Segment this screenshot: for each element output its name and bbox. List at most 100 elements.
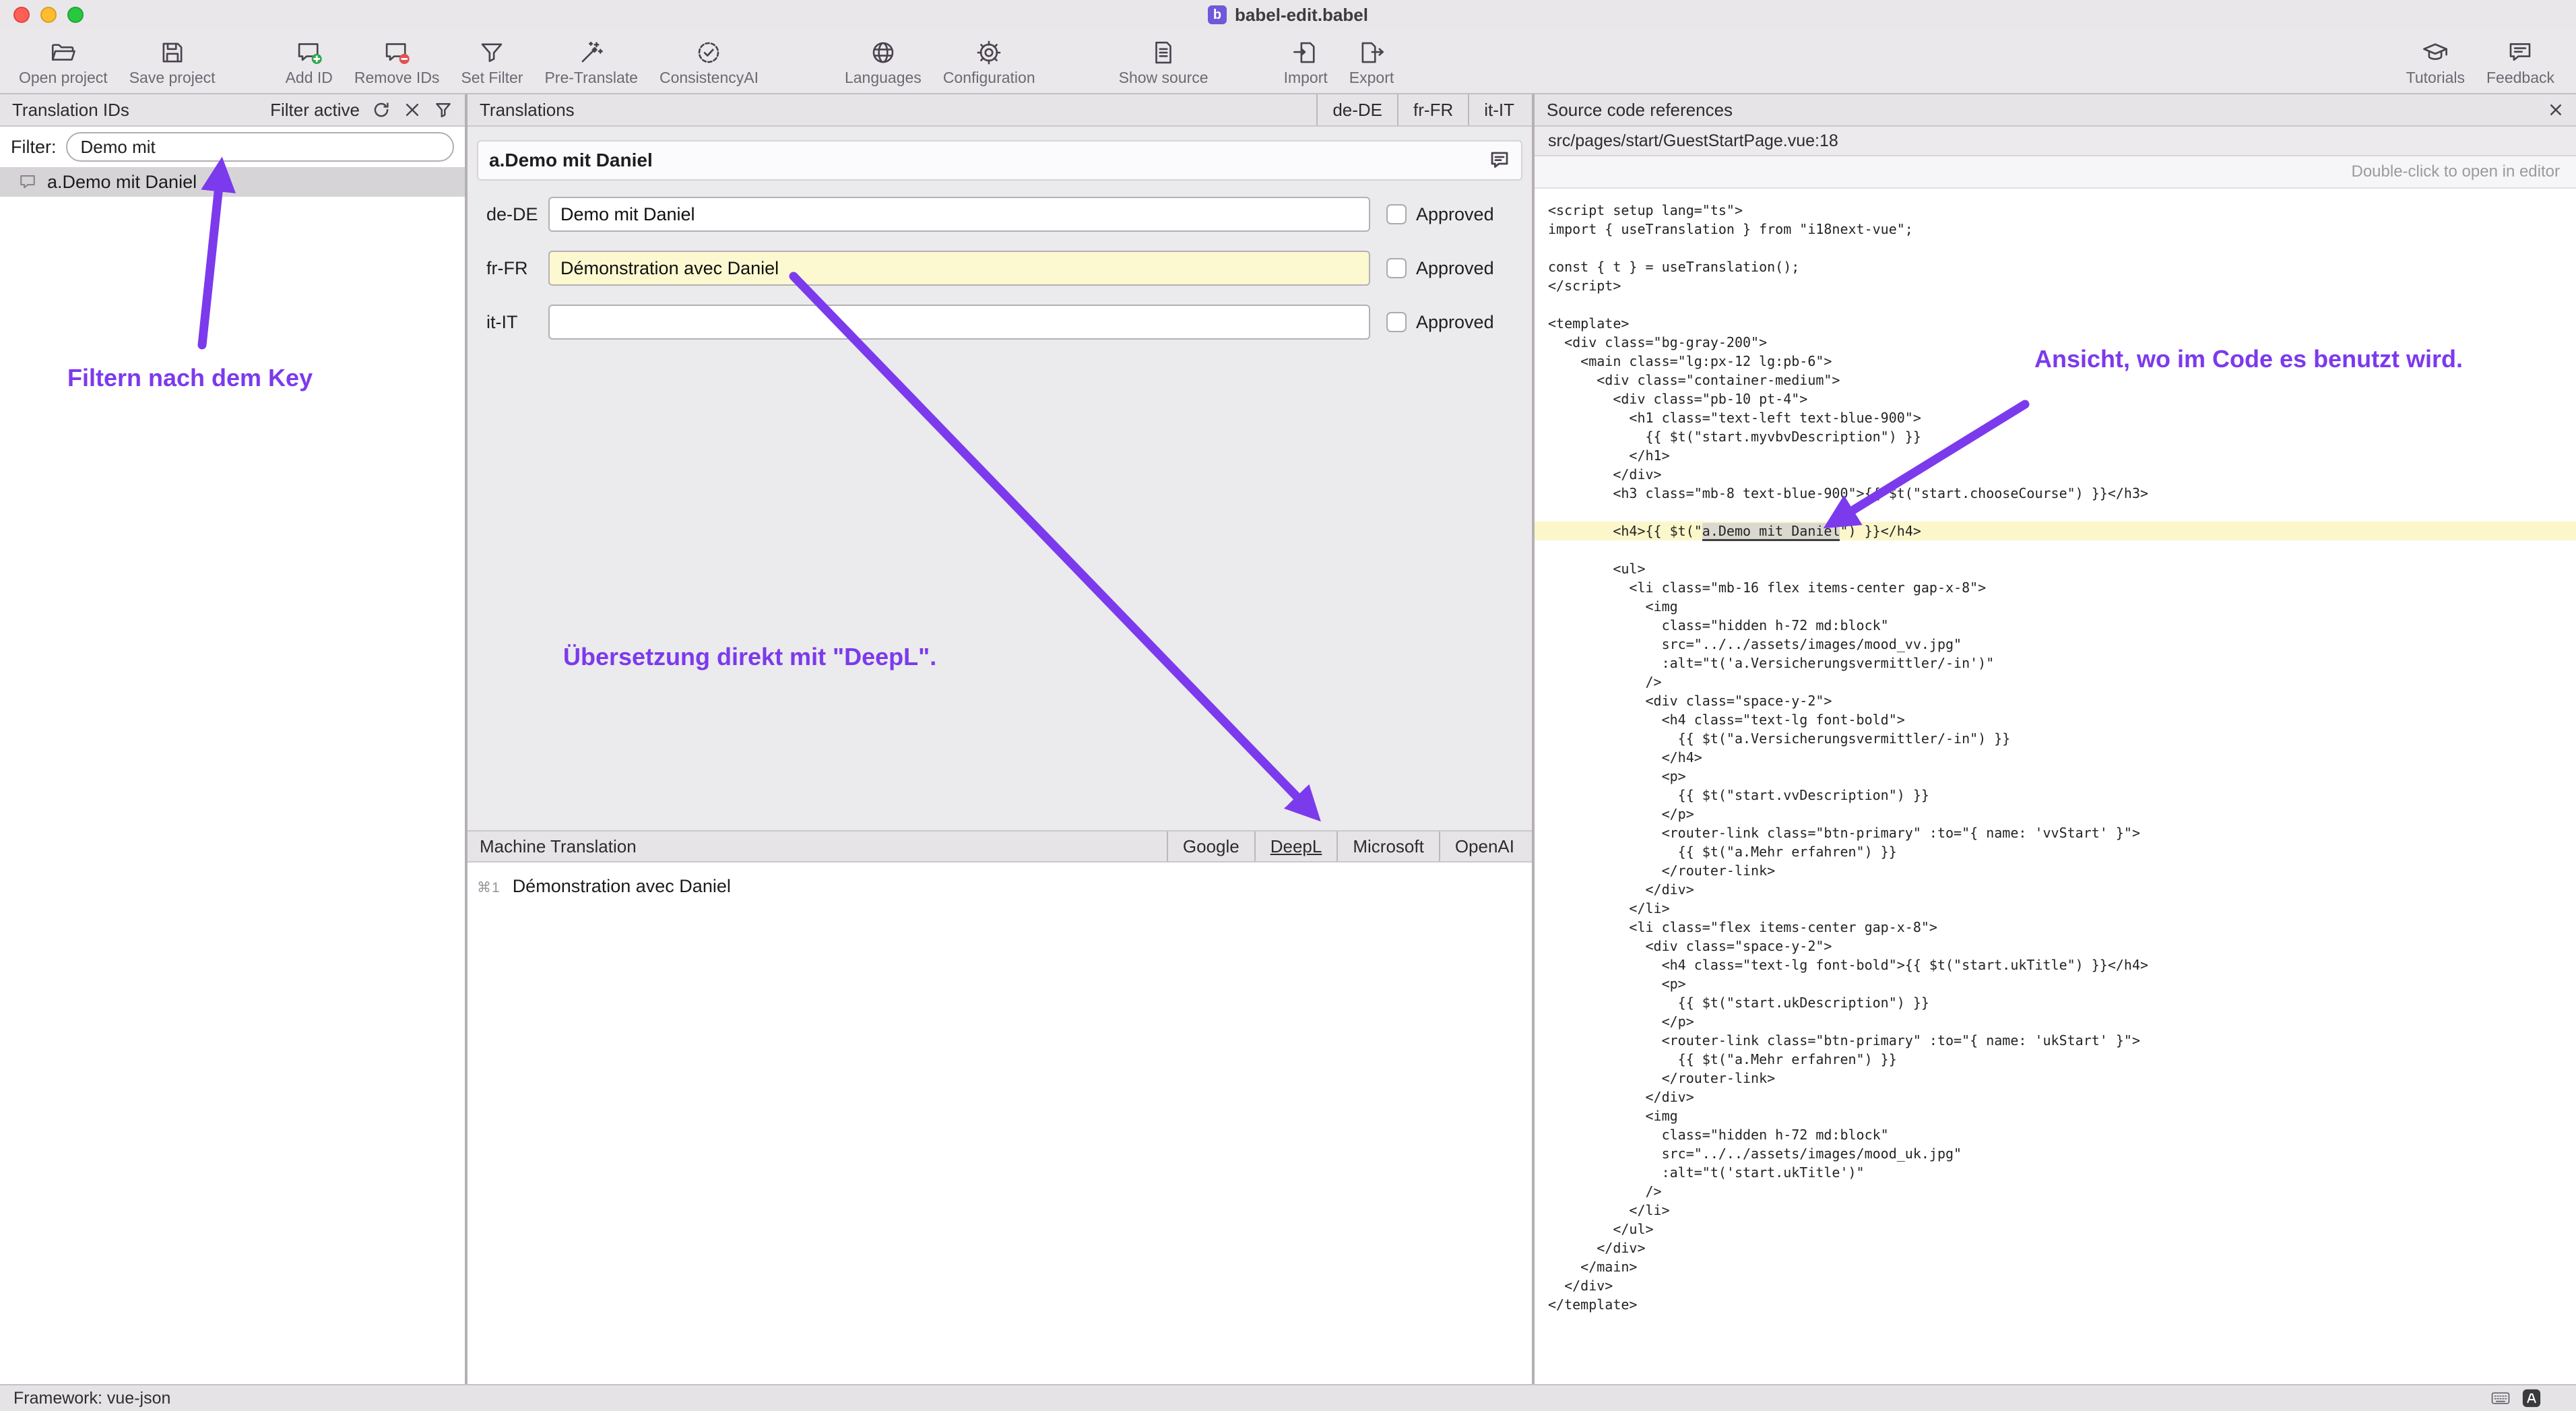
toolbar-tutorials-button[interactable]: Tutorials — [2395, 35, 2476, 88]
machine-translation-body: ⌘1 Démonstration avec Daniel — [468, 863, 1532, 1384]
keyboard-icon[interactable] — [2491, 1389, 2510, 1408]
tab-fr-fr[interactable]: fr-FR — [1397, 94, 1468, 125]
toolbar-open-project-button[interactable]: Open project — [8, 35, 119, 88]
toolbar-remove-ids-button[interactable]: Remove IDs — [344, 35, 451, 88]
code-line: </template> — [1548, 1295, 2576, 1314]
approved-label: Approved — [1416, 258, 1494, 279]
code-line: <h1 class="text-left text-blue-900"> — [1548, 408, 2576, 427]
toolbar-add-id-button[interactable]: Add ID — [275, 35, 344, 88]
comment-icon[interactable] — [1489, 150, 1510, 171]
translation-input-de-de[interactable] — [548, 197, 1370, 232]
window-title-text: babel-edit.babel — [1235, 5, 1368, 26]
code-line: <router-link class="btn-primary" :to="{ … — [1548, 823, 2576, 842]
mt-result-row[interactable]: ⌘1 Démonstration avec Daniel — [477, 876, 1532, 897]
approved-checkbox-it-it[interactable] — [1386, 312, 1407, 332]
toolbar-label: Configuration — [943, 69, 1035, 87]
translation-ids-header: Translation IDs Filter active — [0, 94, 465, 127]
code-line: <div class="space-y-2"> — [1548, 691, 2576, 710]
clear-filter-icon[interactable] — [403, 100, 422, 119]
mt-provider-deepl[interactable]: DeepL — [1254, 832, 1337, 861]
code-line: </main> — [1548, 1257, 2576, 1276]
toolbar-pre-translate-button[interactable]: Pre-Translate — [534, 35, 648, 88]
languages-icon — [869, 38, 897, 67]
toolbar-label: Save project — [129, 69, 216, 87]
panel-title-translations: Translations — [480, 100, 575, 121]
toolbar-set-filter-button[interactable]: Set Filter — [450, 35, 534, 88]
mt-provider-microsoft[interactable]: Microsoft — [1337, 832, 1438, 861]
document-proxy-icon: b — [1208, 5, 1227, 24]
mt-provider-openai[interactable]: OpenAI — [1439, 832, 1529, 861]
code-line: </p> — [1548, 805, 2576, 823]
toolbar-show-source-button[interactable]: Show source — [1108, 35, 1219, 88]
toolbar-save-project-button[interactable]: Save project — [119, 35, 226, 88]
minimize-window-button[interactable] — [40, 7, 57, 23]
approved-label: Approved — [1416, 204, 1494, 225]
panel-title-source-references: Source code references — [1547, 100, 1733, 121]
configuration-icon — [975, 38, 1003, 67]
source-references-panel: Source code references src/pages/start/G… — [1535, 94, 2576, 1384]
code-line: class="hidden h-72 md:block" — [1548, 616, 2576, 635]
toolbar-group: Add ID Remove IDs Set Filter Pre-TranslateC… — [275, 35, 769, 88]
panel-title-translation-ids: Translation IDs — [12, 100, 129, 121]
code-line: <h3 class="mb-8 text-blue-900">{{ $t("st… — [1548, 484, 2576, 503]
toolbar-consistencyai-button[interactable]: ConsistencyAI — [649, 35, 769, 88]
toolbar-feedback-button[interactable]: Feedback — [2476, 35, 2565, 88]
code-line: </div> — [1548, 1238, 2576, 1257]
code-line: <h4 class="text-lg font-bold"> — [1548, 710, 2576, 729]
code-line: </script> — [1548, 276, 2576, 295]
language-label: fr-FR — [486, 258, 548, 279]
approved-checkbox-fr-fr[interactable] — [1386, 258, 1407, 278]
zoom-window-button[interactable] — [67, 7, 84, 23]
bubble-icon — [18, 173, 38, 191]
toolbar-export-button[interactable]: Export — [1339, 35, 1405, 88]
toolbar-group: Show source — [1108, 35, 1219, 88]
code-line: </div> — [1548, 880, 2576, 899]
tab-de-de[interactable]: de-DE — [1316, 94, 1397, 125]
hint-row: Double-click to open in editor — [1535, 156, 2576, 189]
code-line: </h1> — [1548, 446, 2576, 465]
panel-container: Translation IDs Filter active Filter: a.… — [0, 94, 2576, 1384]
translation-input-fr-fr[interactable] — [548, 251, 1370, 286]
toolbar-label: Remove IDs — [354, 69, 440, 87]
code-line: <div class="container-medium"> — [1548, 371, 2576, 389]
input-source-icon[interactable] — [2522, 1389, 2541, 1408]
refresh-filter-icon[interactable] — [372, 100, 391, 119]
toolbar-left-groups: Open project Save project Add ID Remove IDs… — [8, 35, 1405, 88]
translations-panel: Translations de-DEfr-FRit-IT a.Demo mit … — [468, 94, 1532, 1384]
machine-translation-title: Machine Translation — [480, 836, 637, 857]
code-line: <div class="space-y-2"> — [1548, 937, 2576, 955]
approved-checkbox-de-de[interactable] — [1386, 204, 1407, 224]
translation-key-token[interactable]: a.Demo mit Daniel — [1702, 523, 1840, 541]
code-line: <template> — [1548, 314, 2576, 333]
file-reference[interactable]: src/pages/start/GuestStartPage.vue:18 — [1535, 127, 2576, 156]
toolbar-label: Open project — [19, 69, 108, 87]
toolbar-label: Add ID — [286, 69, 333, 87]
toolbar-languages-button[interactable]: Languages — [834, 35, 932, 88]
tab-it-it[interactable]: it-IT — [1468, 94, 1529, 125]
toolbar-label: Set Filter — [461, 69, 523, 87]
pre-translate-icon — [577, 38, 606, 67]
code-line: {{ $t("start.myvbvDescription") }} — [1548, 427, 2576, 446]
filter-input[interactable] — [66, 132, 455, 162]
toolbar-import-button[interactable]: Import — [1273, 35, 1339, 88]
filter-icon[interactable] — [434, 100, 453, 119]
translation-input-it-it[interactable] — [548, 305, 1370, 340]
close-window-button[interactable] — [13, 7, 30, 23]
mt-provider-bar: GoogleDeepLMicrosoftOpenAI — [1167, 832, 1529, 861]
code-line-highlighted: <h4>{{ $t("a.Demo mit Daniel") }}</h4> — [1535, 522, 2576, 540]
translation-row-de-de: de-DE Approved — [477, 187, 1522, 241]
toolbar-label: Import — [1284, 69, 1328, 87]
mt-provider-google[interactable]: Google — [1167, 832, 1254, 861]
framework-status: Framework: vue-json — [13, 1389, 170, 1408]
toolbar-group: Languages Configuration — [834, 35, 1046, 88]
language-label: de-DE — [486, 204, 548, 225]
toolbar-configuration-button[interactable]: Configuration — [932, 35, 1046, 88]
consistency-ai-icon — [695, 38, 723, 67]
translation-id-label: a.Demo mit Daniel — [47, 172, 197, 193]
code-line: </ul> — [1548, 1220, 2576, 1238]
translation-id-item[interactable]: a.Demo mit Daniel — [0, 167, 465, 197]
save-project-icon — [158, 38, 187, 67]
code-line — [1548, 295, 2576, 314]
toolbar-label: Show source — [1119, 69, 1209, 87]
close-panel-icon[interactable] — [2548, 102, 2576, 118]
